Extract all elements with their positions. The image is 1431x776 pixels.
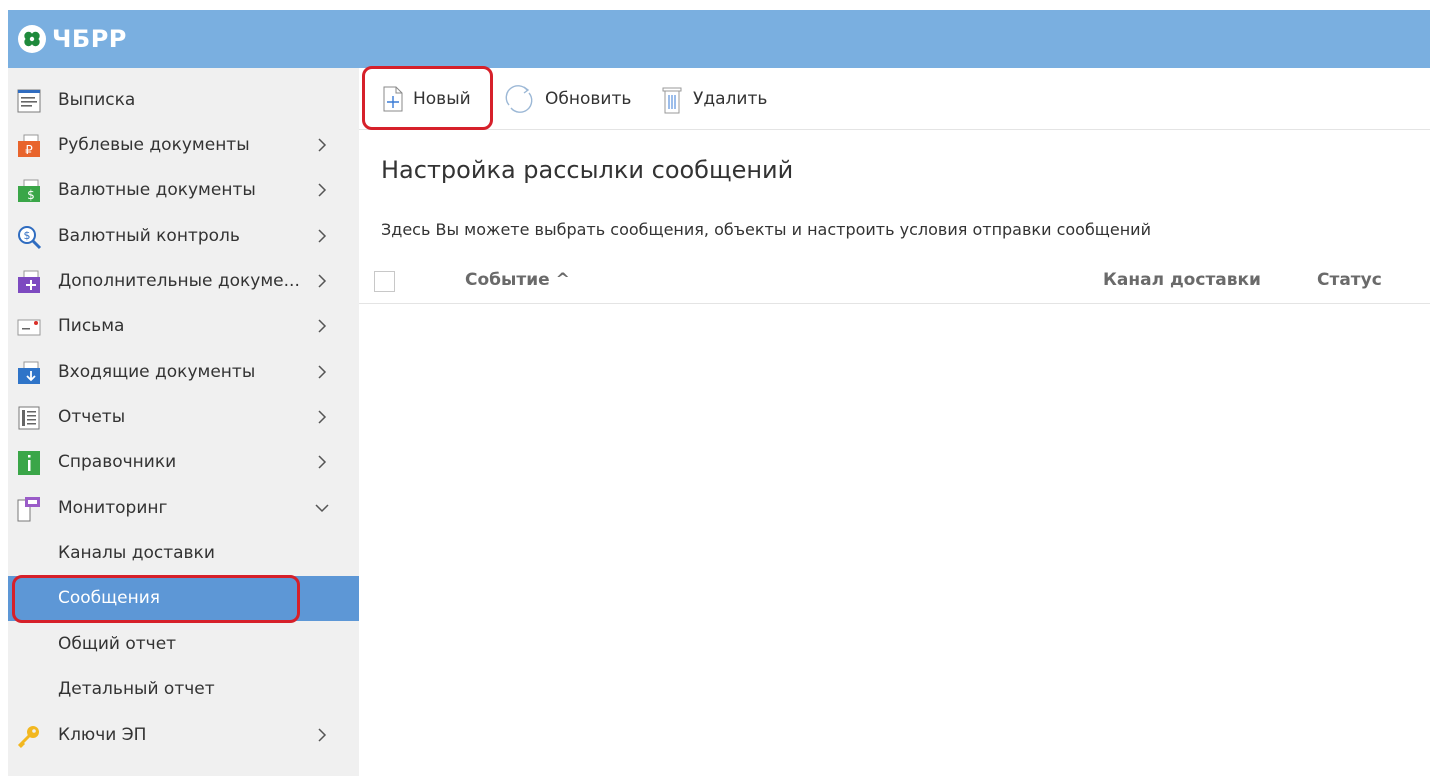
sidebar-item-incoming-documents[interactable]: Входящие документы (8, 350, 359, 395)
page-description: Здесь Вы можете выбрать сообщения, объек… (381, 220, 1151, 239)
chevron-right-icon (318, 274, 327, 288)
chevron-right-icon (318, 138, 327, 152)
svg-text:₽: ₽ (25, 143, 33, 157)
incoming-documents-icon (16, 360, 42, 386)
sidebar-item-label: Мониторинг (58, 498, 168, 518)
sidebar-item-label: Сообщения (58, 588, 161, 608)
chevron-right-icon (318, 183, 327, 197)
sidebar-item-ruble-documents[interactable]: ₽ Рублевые документы (8, 123, 359, 168)
sidebar-item-label: Выписка (58, 90, 136, 110)
refresh-button-label: Обновить (545, 89, 632, 109)
sidebar-item-label: Письма (58, 316, 125, 336)
sidebar-item-label: Детальный отчет (58, 679, 215, 699)
sidebar-item-monitoring[interactable]: Мониторинг (8, 486, 359, 531)
key-icon (16, 723, 42, 749)
sidebar-item-label: Рублевые документы (58, 135, 250, 155)
column-header-event[interactable]: Событие ^ (465, 256, 570, 304)
sidebar-item-directories[interactable]: Справочники (8, 440, 359, 485)
refresh-button[interactable]: Обновить (503, 68, 631, 130)
clover-logo-icon (18, 25, 46, 53)
sidebar-item-label: Отчеты (58, 407, 126, 427)
sidebar-item-label: Валютные документы (58, 180, 256, 200)
chevron-right-icon (318, 365, 327, 379)
new-button[interactable]: Новый (383, 68, 471, 130)
svg-text:$: $ (24, 229, 31, 242)
new-document-icon (383, 86, 403, 112)
sidebar-item-reports[interactable]: Отчеты (8, 395, 359, 440)
monitoring-icon (16, 496, 42, 522)
sidebar-item-label: Входящие документы (58, 362, 256, 382)
page-title: Настройка рассылки сообщений (381, 156, 794, 184)
statement-icon (16, 88, 42, 114)
additional-documents-icon (16, 269, 42, 295)
sidebar-item-additional-documents[interactable]: Дополнительные докуме... (8, 259, 359, 304)
app-logo-text: ЧБРР (52, 25, 127, 53)
sidebar-item-label: Каналы доставки (58, 543, 215, 563)
chevron-right-icon (318, 455, 327, 469)
table-header: Событие ^ Канал доставки Статус (359, 256, 1430, 304)
app-header: ЧБРР (8, 10, 1430, 68)
chevron-right-icon (318, 319, 327, 333)
chevron-right-icon (318, 229, 327, 243)
sidebar-subitem-general-report[interactable]: Общий отчет (8, 622, 359, 667)
chevron-right-icon (318, 728, 327, 742)
select-all-checkbox[interactable] (374, 271, 395, 292)
sidebar-item-label: Справочники (58, 452, 177, 472)
sidebar-item-label: Валютный контроль (58, 226, 240, 246)
sidebar-subitem-delivery-channels[interactable]: Каналы доставки (8, 531, 359, 576)
reports-icon (16, 405, 42, 431)
sidebar-item-statement[interactable]: Выписка (8, 78, 359, 123)
currency-control-icon: $ (16, 224, 42, 250)
chevron-right-icon (318, 410, 327, 424)
currency-documents-icon: $ (16, 178, 42, 204)
letters-icon (16, 314, 42, 340)
ruble-documents-icon: ₽ (16, 133, 42, 159)
refresh-icon (505, 85, 533, 113)
sidebar: Выписка ₽ Рублевые документы $ Валютные … (8, 68, 359, 776)
sidebar-item-keys[interactable]: Ключи ЭП (8, 713, 359, 758)
sidebar-item-currency-documents[interactable]: $ Валютные документы (8, 168, 359, 213)
sidebar-subitem-detailed-report[interactable]: Детальный отчет (8, 667, 359, 712)
sidebar-item-label: Ключи ЭП (58, 725, 147, 745)
sidebar-item-label: Дополнительные докуме... (58, 271, 300, 291)
svg-text:$: $ (27, 188, 35, 202)
directories-icon (16, 450, 42, 476)
column-header-status[interactable]: Статус (1317, 256, 1382, 304)
trash-icon (662, 87, 682, 114)
chevron-down-icon (315, 504, 329, 513)
sidebar-item-label: Общий отчет (58, 634, 177, 654)
sidebar-item-currency-control[interactable]: $ Валютный контроль (8, 214, 359, 259)
delete-button[interactable]: Удалить (661, 68, 767, 130)
toolbar: Новый Обновить Удалить (359, 68, 1430, 130)
delete-button-label: Удалить (693, 89, 768, 109)
new-button-label: Новый (413, 89, 471, 109)
sidebar-subitem-messages[interactable]: Сообщения (8, 576, 359, 621)
sidebar-item-letters[interactable]: Письма (8, 304, 359, 349)
column-header-delivery-channel[interactable]: Канал доставки (1103, 256, 1261, 304)
